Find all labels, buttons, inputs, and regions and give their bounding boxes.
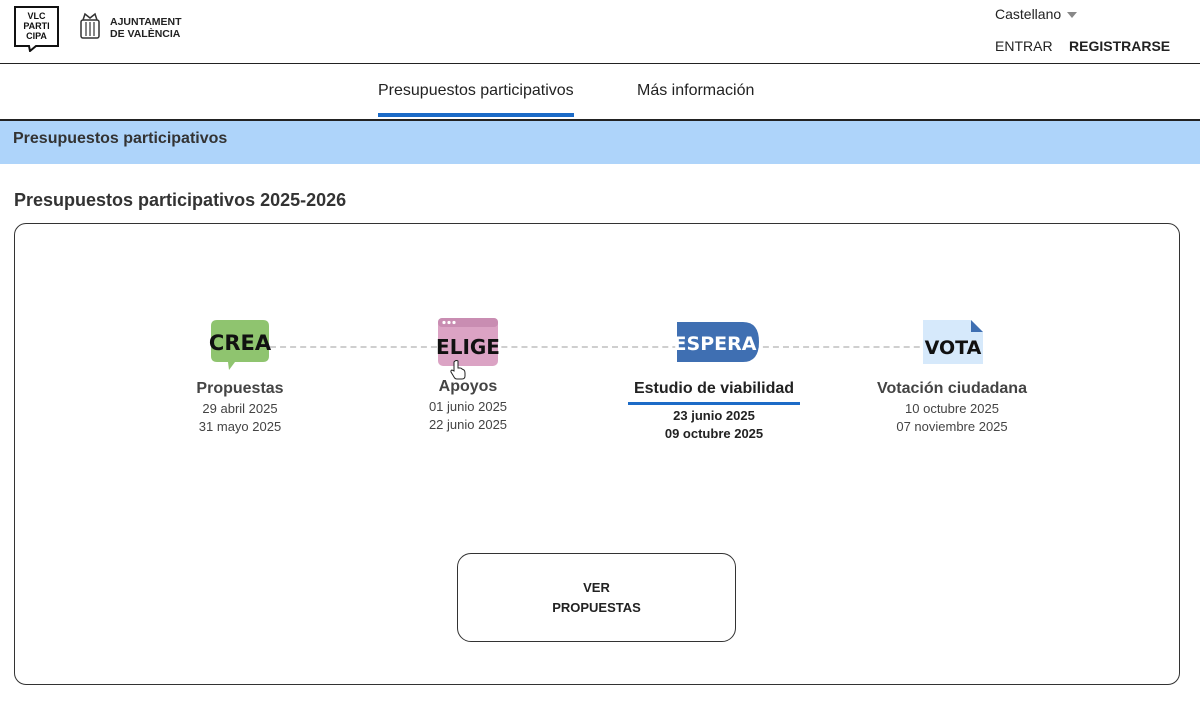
page-banner: Presupuestos participativos bbox=[0, 121, 1200, 164]
active-phase-underline bbox=[628, 402, 800, 405]
language-selector[interactable]: Castellano bbox=[995, 6, 1078, 22]
phase-label: Estudio de viabilidad bbox=[633, 380, 795, 397]
logo-line-3: CIPA bbox=[26, 31, 47, 41]
phase-apoyos[interactable]: ELIGE Apoyos 01 junio 2025 22 junio 2025 bbox=[368, 316, 568, 432]
elige-badge-text: ELIGE bbox=[436, 335, 500, 359]
phase-votacion-ciudadana[interactable]: VOTA Votación ciudadana 10 octubre 2025 … bbox=[852, 318, 1052, 434]
phase-propuestas[interactable]: CREA Propuestas 29 abril 2025 31 mayo 20… bbox=[140, 318, 340, 434]
ver-propuestas-button[interactable]: VER PROPUESTAS bbox=[457, 553, 736, 642]
phase-label: Apoyos bbox=[438, 378, 498, 395]
tab-presupuestos[interactable]: Presupuestos participativos bbox=[378, 82, 574, 117]
phase-end-date: 22 junio 2025 bbox=[428, 417, 508, 432]
phase-start-date: 01 junio 2025 bbox=[428, 399, 508, 414]
phase-end-date: 09 octubre 2025 bbox=[664, 426, 764, 441]
main-nav: Presupuestos participativos Más informac… bbox=[0, 64, 1200, 121]
phase-end-date: 07 noviembre 2025 bbox=[896, 419, 1008, 434]
phase-label: Propuestas bbox=[196, 380, 284, 397]
vota-badge-icon: VOTA bbox=[923, 320, 983, 364]
button-line-2: PROPUESTAS bbox=[552, 599, 641, 615]
banner-title: Presupuestos participativos bbox=[13, 130, 228, 147]
phase-start-date: 29 abril 2025 bbox=[202, 401, 278, 416]
register-link[interactable]: REGISTRARSE bbox=[1069, 38, 1170, 54]
section-title: Presupuestos participativos 2025-2026 bbox=[14, 190, 347, 210]
crea-badge-icon: CREA bbox=[209, 320, 272, 370]
phase-start-date: 10 octubre 2025 bbox=[905, 401, 999, 416]
language-label: Castellano bbox=[995, 6, 1062, 22]
phase-start-date: 23 junio 2025 bbox=[673, 408, 755, 423]
ajuntament-line-2: DE VALÈNCIA bbox=[110, 27, 181, 40]
espera-badge-icon: ESPERA bbox=[674, 322, 759, 362]
elige-badge-icon: ELIGE bbox=[436, 318, 500, 366]
hand-cursor-icon bbox=[450, 360, 466, 380]
caret-down-icon bbox=[1067, 12, 1078, 18]
city-crest-icon bbox=[80, 12, 100, 39]
crea-badge-text: CREA bbox=[209, 331, 272, 355]
tab-mas-informacion[interactable]: Más información bbox=[637, 82, 754, 117]
phase-estudio-viabilidad[interactable]: ESPERA Estudio de viabilidad 23 junio 20… bbox=[614, 318, 814, 441]
login-link[interactable]: ENTRAR bbox=[995, 38, 1053, 54]
ajuntament-logo[interactable]: AJUNTAMENT DE VALÈNCIA bbox=[78, 10, 198, 42]
button-line-1: VER bbox=[583, 579, 610, 595]
ajuntament-line-1: AJUNTAMENT bbox=[110, 16, 182, 28]
espera-badge-text: ESPERA bbox=[674, 333, 757, 355]
phase-label: Votación ciudadana bbox=[877, 380, 1027, 397]
logo-line-1: VLC bbox=[28, 11, 47, 21]
logo-line-2: PARTI bbox=[23, 21, 49, 31]
phase-end-date: 31 mayo 2025 bbox=[198, 419, 282, 434]
vota-badge-text: VOTA bbox=[925, 337, 982, 359]
site-header: VLC PARTI CIPA AJUNTAMENT DE VALÈNCIA Ca… bbox=[0, 0, 1200, 64]
vlc-participa-logo[interactable]: VLC PARTI CIPA bbox=[14, 6, 59, 52]
